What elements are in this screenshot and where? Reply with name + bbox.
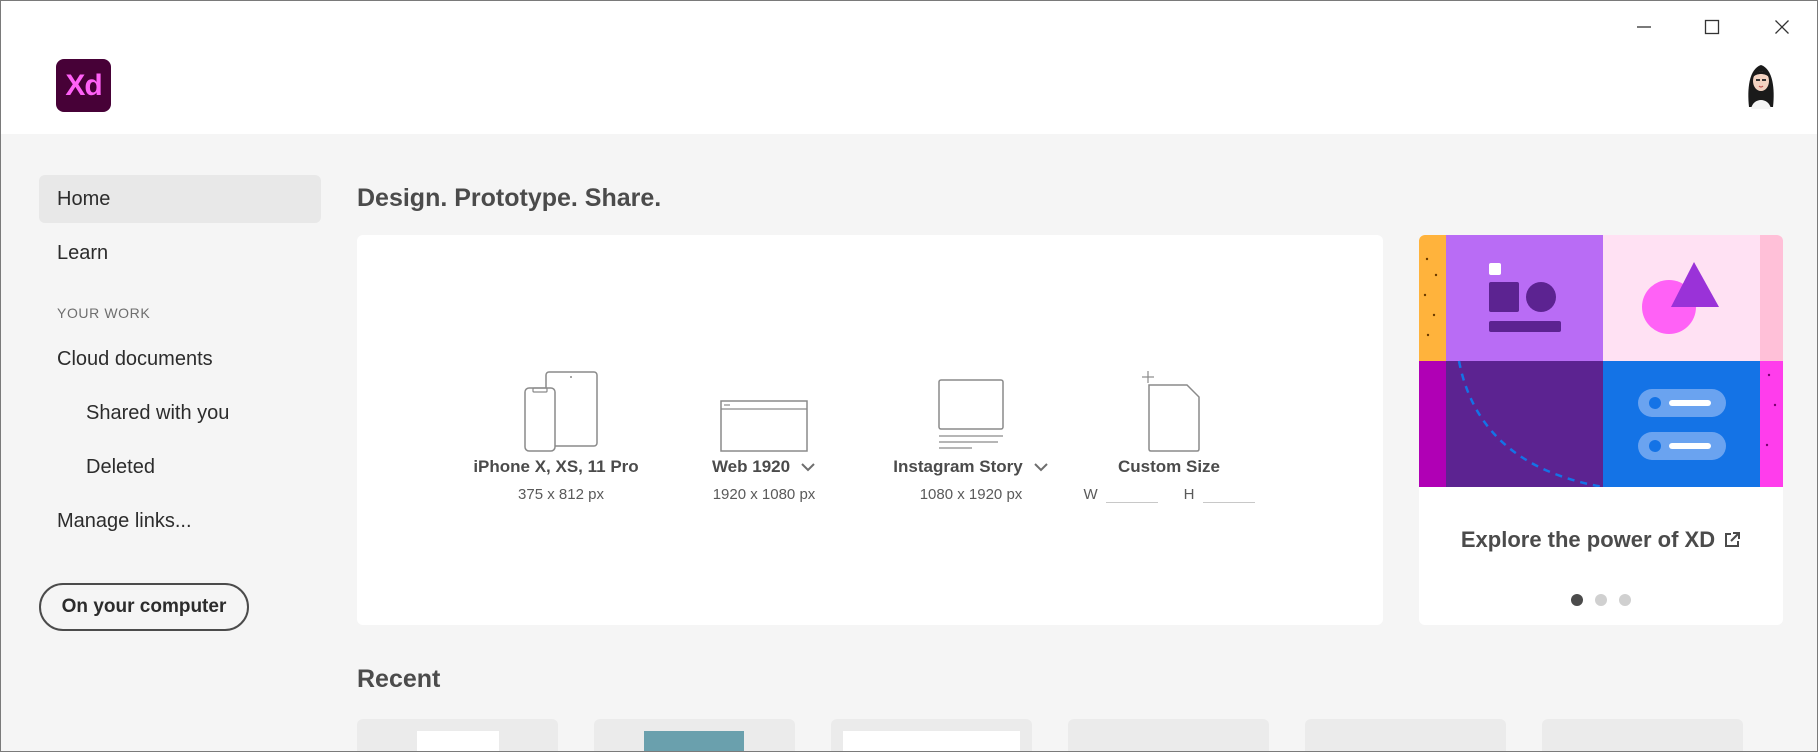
explore-link[interactable]: Explore the power of XD — [1419, 527, 1783, 553]
social-post-icon — [938, 379, 1004, 449]
recent-title: Recent — [357, 665, 441, 693]
width-input[interactable] — [1105, 483, 1158, 503]
on-your-computer-button[interactable]: On your computer — [39, 583, 249, 631]
nav-home[interactable]: Home — [39, 175, 321, 223]
preset-instagram-story[interactable]: Instagram Story 1080 x 1920 px — [891, 371, 1051, 503]
preset-custom-size-name: Custom Size — [1079, 457, 1259, 477]
recent-thumbnail[interactable] — [1542, 719, 1743, 751]
height-input[interactable] — [1202, 483, 1255, 503]
preset-web-1920[interactable]: Web 1920 1920 x 1080 px — [709, 371, 819, 503]
explore-label: Explore the power of XD — [1460, 527, 1716, 552]
carousel-dot-1[interactable] — [1571, 594, 1583, 606]
preset-custom-size[interactable]: Custom Size W H — [1079, 371, 1259, 503]
preset-instagram-story-name: Instagram Story — [891, 457, 1051, 477]
preset-instagram-story-label: Instagram Story — [893, 457, 1023, 476]
height-label: H — [1183, 486, 1195, 503]
nav-home-label: Home — [57, 187, 111, 210]
nav-deleted-label: Deleted — [86, 455, 155, 478]
recent-thumbnail[interactable] — [831, 719, 1032, 751]
recent-thumbnail[interactable] — [594, 719, 795, 751]
preset-iphone-size: 375 x 812 px — [518, 486, 604, 503]
maximize-button[interactable] — [1689, 13, 1735, 41]
preset-iphone-name: iPhone X, XS, 11 Pro — [473, 457, 641, 477]
explore-card[interactable]: Explore the power of XD — [1419, 235, 1783, 625]
nav-manage-links[interactable]: Manage links... — [39, 497, 321, 545]
app-window: Xd Home Learn YOUR WORK Cloud documents … — [0, 0, 1818, 752]
nav-learn[interactable]: Learn — [39, 229, 321, 277]
recent-thumbnail[interactable] — [357, 719, 558, 751]
explore-illustration — [1419, 235, 1783, 487]
carousel-dot-3[interactable] — [1619, 594, 1631, 606]
chevron-down-icon[interactable] — [800, 462, 816, 472]
preset-iphone-label: iPhone X, XS, 11 Pro — [473, 457, 639, 476]
close-button[interactable] — [1759, 13, 1805, 41]
nav-learn-label: Learn — [57, 241, 109, 264]
your-work-heading: YOUR WORK — [57, 305, 151, 321]
carousel-dots — [1419, 594, 1783, 606]
presets-card: iPhone X, XS, 11 Pro 375 x 812 px Web 19… — [357, 235, 1383, 625]
preset-web-1920-label: Web 1920 — [711, 457, 791, 476]
custom-size-inputs: W H — [1079, 483, 1259, 503]
chevron-down-icon[interactable] — [1033, 462, 1049, 472]
external-link-icon — [1725, 532, 1741, 547]
phone-tablet-icon — [524, 371, 598, 452]
preset-custom-size-label: Custom Size — [1117, 457, 1221, 476]
title-bar: Xd — [1, 1, 1817, 134]
nav-cloud-documents[interactable]: Cloud documents — [39, 335, 321, 383]
recent-thumbnail[interactable] — [1305, 719, 1506, 751]
preset-web-1920-name: Web 1920 — [709, 457, 819, 477]
nav-manage-links-label: Manage links... — [57, 509, 192, 532]
custom-document-icon — [1142, 371, 1200, 452]
preset-instagram-story-size: 1080 x 1920 px — [919, 486, 1023, 503]
sidebar: Home Learn YOUR WORK Cloud documents Sha… — [1, 134, 331, 751]
maximize-icon — [1704, 19, 1720, 35]
nav-shared-with-you-label: Shared with you — [86, 401, 230, 424]
user-avatar[interactable] — [1743, 59, 1779, 109]
xd-logo: Xd — [56, 59, 111, 112]
carousel-dot-2[interactable] — [1595, 594, 1607, 606]
nav-cloud-documents-label: Cloud documents — [57, 347, 213, 370]
preset-web-1920-size: 1920 x 1080 px — [712, 486, 816, 503]
recent-thumbnail[interactable] — [1068, 719, 1269, 751]
width-label: W — [1083, 486, 1098, 503]
minimize-button[interactable] — [1621, 13, 1667, 41]
browser-window-icon — [720, 400, 808, 452]
nav-shared-with-you[interactable]: Shared with you — [39, 389, 321, 437]
preset-iphone[interactable]: iPhone X, XS, 11 Pro 375 x 812 px — [473, 371, 641, 503]
avatar-image — [1748, 65, 1774, 109]
close-icon — [1775, 20, 1789, 34]
page-headline: Design. Prototype. Share. — [357, 184, 662, 212]
nav-deleted[interactable]: Deleted — [39, 443, 321, 491]
minimize-icon — [1637, 26, 1651, 28]
